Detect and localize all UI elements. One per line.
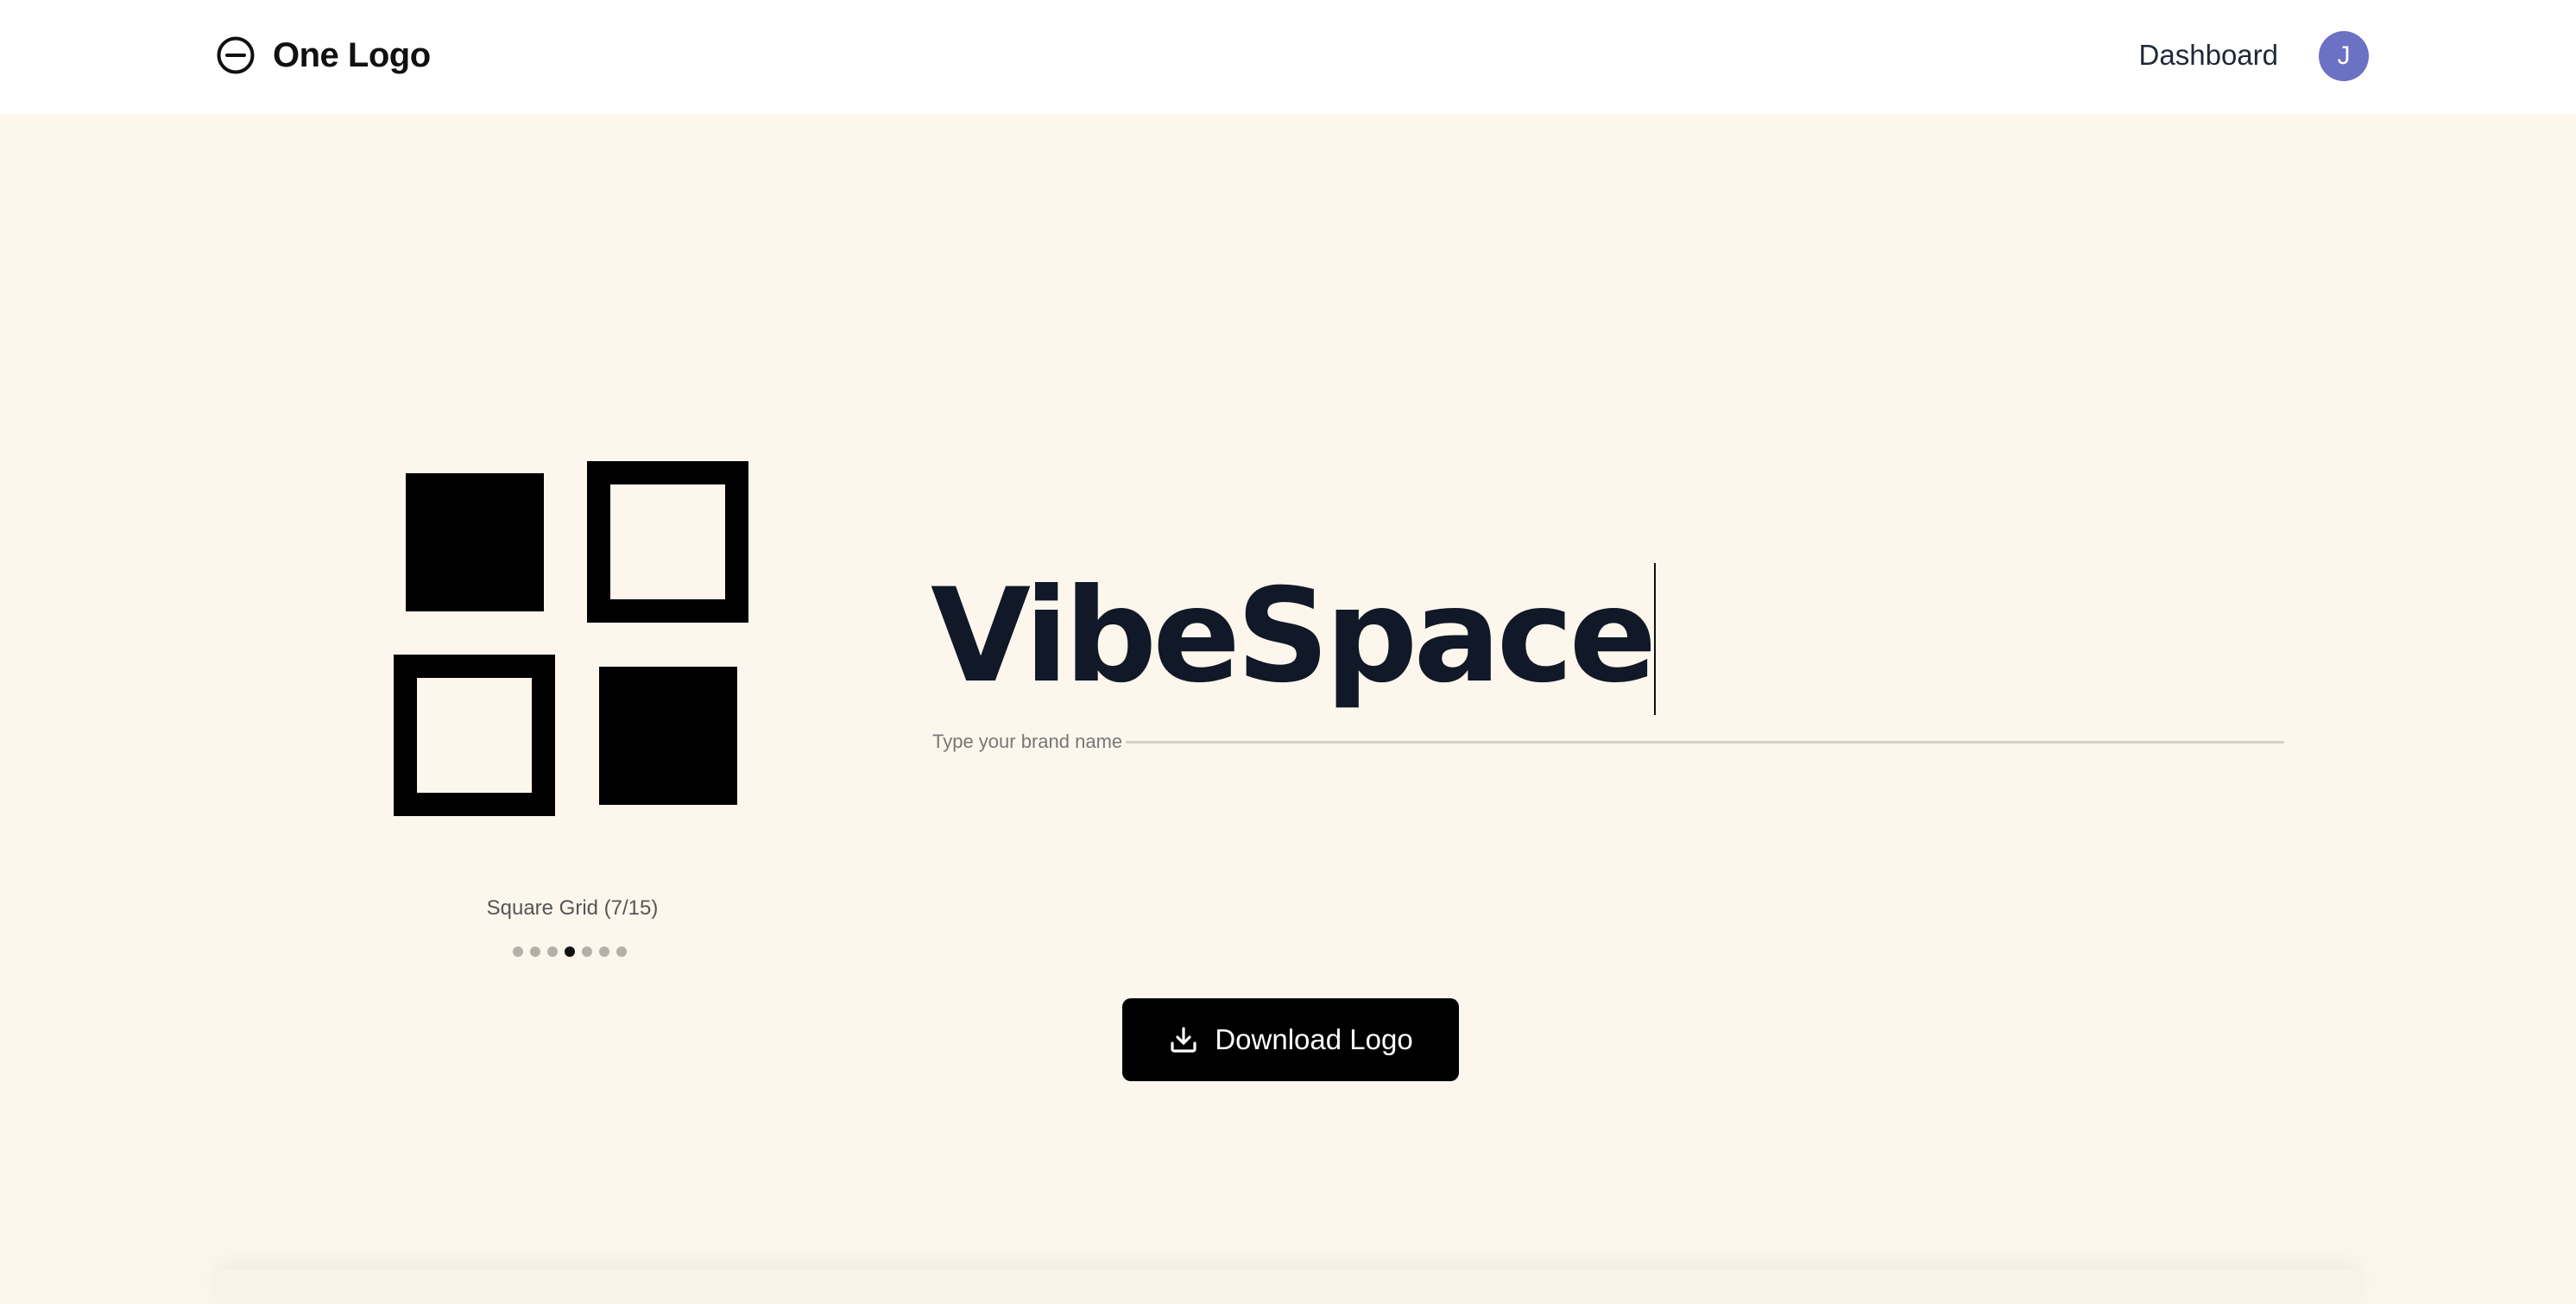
square-grid-logo: [394, 461, 748, 816]
brand-home-link[interactable]: One Logo: [216, 33, 431, 78]
dashboard-link[interactable]: Dashboard: [2139, 35, 2278, 76]
style-dot[interactable]: [513, 946, 523, 957]
style-dot[interactable]: [599, 946, 609, 957]
style-dot-active[interactable]: [565, 946, 575, 957]
brand-name: One Logo: [273, 35, 431, 74]
logo-preview[interactable]: [394, 461, 751, 819]
style-dot[interactable]: [547, 946, 558, 957]
style-dot[interactable]: [582, 946, 592, 957]
style-dot[interactable]: [616, 946, 627, 957]
brand-name-value: VibeSpace: [931, 561, 1657, 712]
minus-circle-icon: [217, 36, 255, 74]
download-icon: [1171, 1027, 1196, 1053]
user-avatar[interactable]: J: [2319, 31, 2369, 81]
download-logo-button[interactable]: Download Logo: [1122, 998, 1459, 1081]
top-navbar: One Logo Dashboard J: [0, 0, 2576, 114]
text-caret: [1654, 563, 1656, 715]
logo-style-name: Square Grid (7/15): [486, 896, 659, 920]
style-dot[interactable]: [530, 946, 540, 957]
brand-name-label: Type your brand name: [932, 731, 1127, 753]
brand-name-input[interactable]: VibeSpace: [931, 553, 2284, 751]
input-underline: [932, 741, 2284, 744]
download-button-label: Download Logo: [1215, 1023, 1413, 1055]
style-pagination: [513, 946, 627, 959]
bottom-panel: [216, 1269, 2360, 1304]
